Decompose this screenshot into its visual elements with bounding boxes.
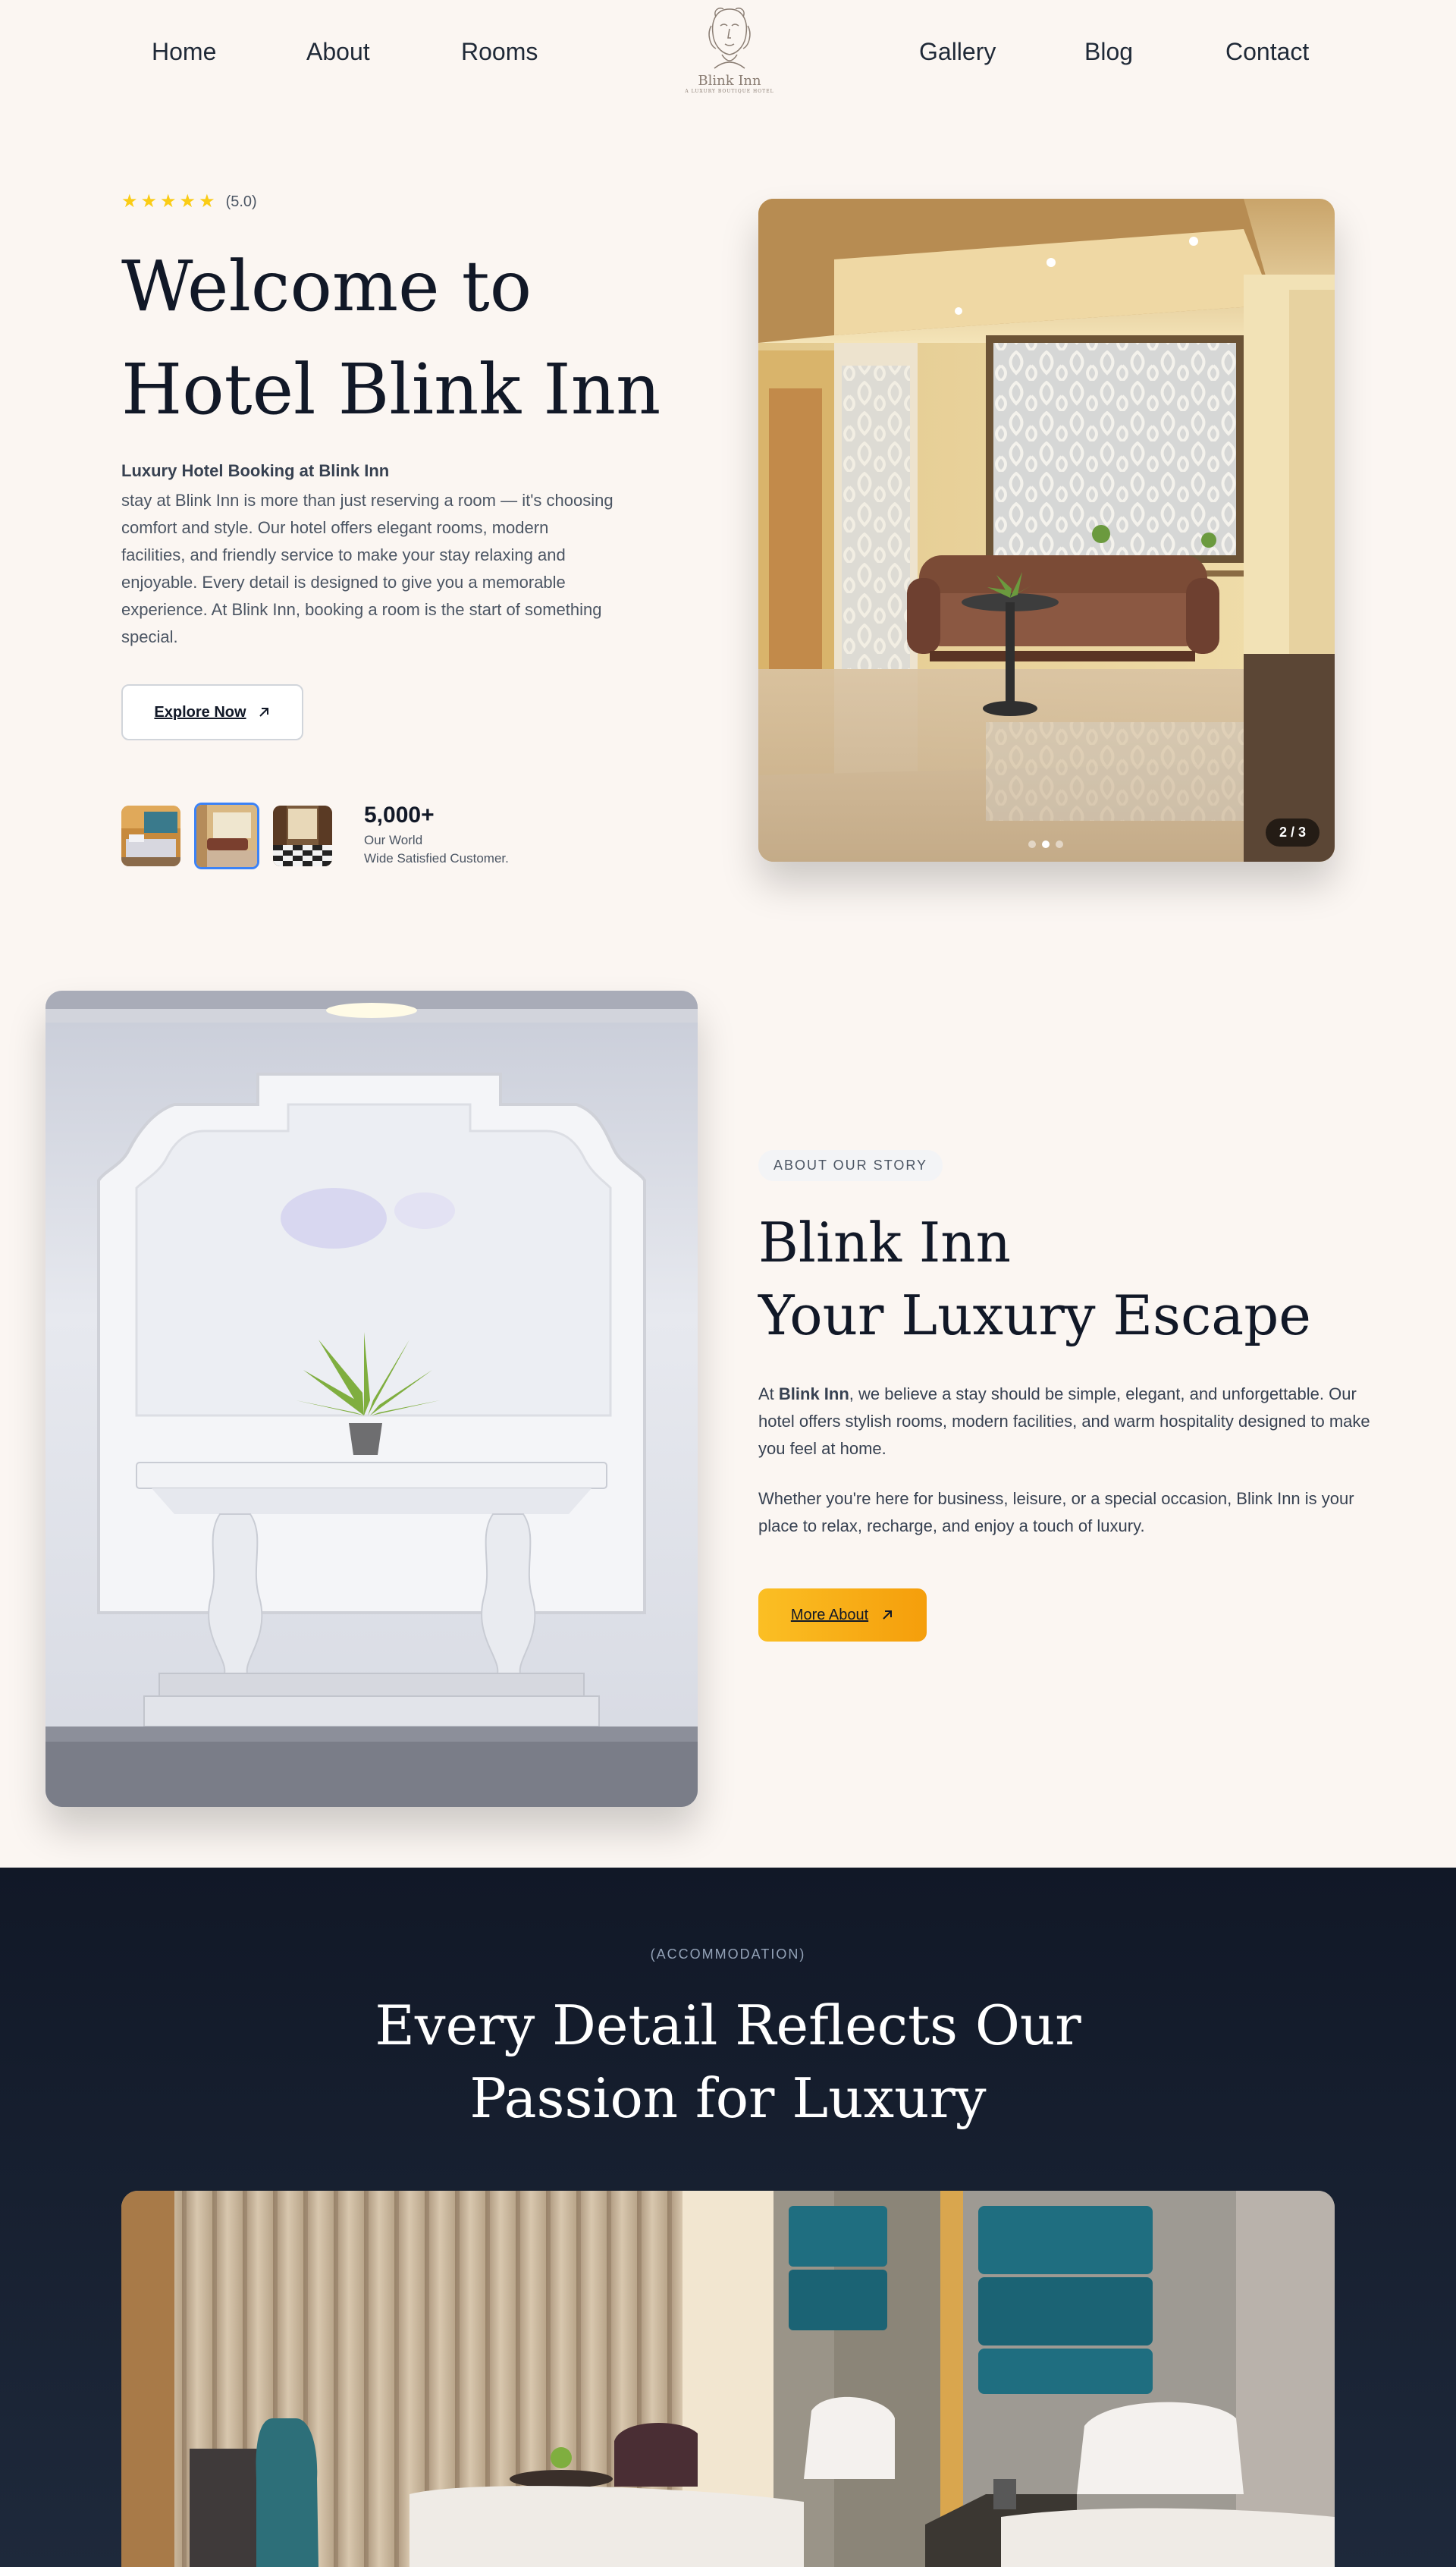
accommodation-tag: (ACCOMMODATION) [650, 1946, 806, 1962]
about-paragraph-1: At Blink Inn, we believe a stay should b… [758, 1381, 1388, 1463]
more-about-label: More About [790, 1606, 869, 1623]
hero-description: stay at Blink Inn is more than just rese… [121, 491, 613, 646]
explore-now-button[interactable]: Explore Now [121, 684, 303, 740]
lobby-photo [758, 199, 1335, 862]
accommodation-title-line2: Passion for Luxury [469, 2066, 987, 2130]
nav-link-contact[interactable]: Contact [1225, 38, 1309, 66]
satisfied-customers-label: Our World Wide Satisfied Customer. [364, 831, 546, 868]
about-p1-rest: , we believe a stay should be simple, el… [758, 1384, 1370, 1458]
accommodation-title-line1: Every Detail Reflects Our [375, 1994, 1081, 2057]
nav-link-about[interactable]: About [306, 38, 370, 66]
star-icon: ★ [199, 191, 215, 212]
about-title: Blink Inn Your Luxury Escape [758, 1206, 1380, 1352]
about-image [46, 991, 698, 1807]
about-title-line1: Blink Inn [758, 1211, 1012, 1274]
main-nav: Home About Rooms Blink Inn A LUXURY BOUT… [0, 0, 1456, 106]
thumbnail-room-2[interactable] [194, 803, 259, 869]
console-table-photo [46, 991, 698, 1807]
nav-link-home[interactable]: Home [152, 38, 216, 66]
hero-title: Welcome to Hotel Blink Inn [121, 235, 698, 441]
accommodation-title: Every Detail Reflects Our Passion for Lu… [273, 1989, 1183, 2135]
hero-slider[interactable]: 2 / 3 [758, 199, 1335, 862]
explore-now-label: Explore Now [154, 703, 246, 721]
logo-name: Blink Inn [698, 73, 761, 89]
arrow-up-right-icon [259, 708, 268, 717]
star-icon: ★ [121, 191, 138, 212]
room-image [121, 2191, 1335, 2567]
satisfied-customers-count: 5,000+ [364, 803, 435, 828]
slider-dot[interactable] [1056, 840, 1063, 848]
about-p1-brand: Blink Inn [778, 1384, 849, 1403]
thumbnail-room-1[interactable] [121, 806, 180, 866]
stats-label-line1: Our World [364, 833, 423, 847]
hotel-logo[interactable]: Blink Inn A LUXURY BOUTIQUE HOTEL [675, 3, 784, 102]
thumbnail-room-3[interactable] [273, 806, 332, 866]
about-p1-prefix: At [758, 1384, 779, 1403]
nav-link-blog[interactable]: Blog [1084, 38, 1133, 66]
rating-text: (5.0) [225, 193, 257, 210]
star-icon: ★ [140, 191, 158, 212]
hero-title-line2: Hotel Blink Inn [121, 349, 661, 430]
accommodation-section: (ACCOMMODATION) Every Detail Reflects Ou… [0, 1868, 1456, 2567]
lady-face-logo-icon [708, 8, 751, 69]
slider-dot-active[interactable] [1042, 840, 1050, 848]
slide-counter: 2 / 3 [1265, 818, 1320, 847]
about-title-line2: Your Luxury Escape [758, 1284, 1311, 1347]
nav-link-rooms[interactable]: Rooms [461, 38, 538, 66]
room-thumbnails [121, 803, 332, 869]
hero-title-line1: Welcome to [121, 246, 532, 327]
hero-subtitle: Luxury Hotel Booking at Blink Inn [121, 461, 390, 480]
logo-tagline: A LUXURY BOUTIQUE HOTEL [685, 89, 774, 94]
slider-dots [1028, 840, 1063, 848]
about-paragraph-2: Whether you're here for business, leisur… [758, 1489, 1354, 1535]
stats-label-line2: Wide Satisfied Customer. [364, 851, 509, 866]
rating: ★ ★ ★ ★ ★ (5.0) [121, 193, 257, 211]
slider-dot[interactable] [1028, 840, 1036, 848]
star-icon: ★ [179, 191, 196, 212]
more-about-button[interactable]: More About [758, 1588, 927, 1642]
star-icon: ★ [160, 191, 177, 212]
about-tag: ABOUT OUR STORY [758, 1150, 943, 1181]
bedroom-photo [121, 2191, 1335, 2567]
arrow-up-right-icon [883, 1610, 893, 1620]
nav-link-gallery[interactable]: Gallery [919, 38, 996, 66]
